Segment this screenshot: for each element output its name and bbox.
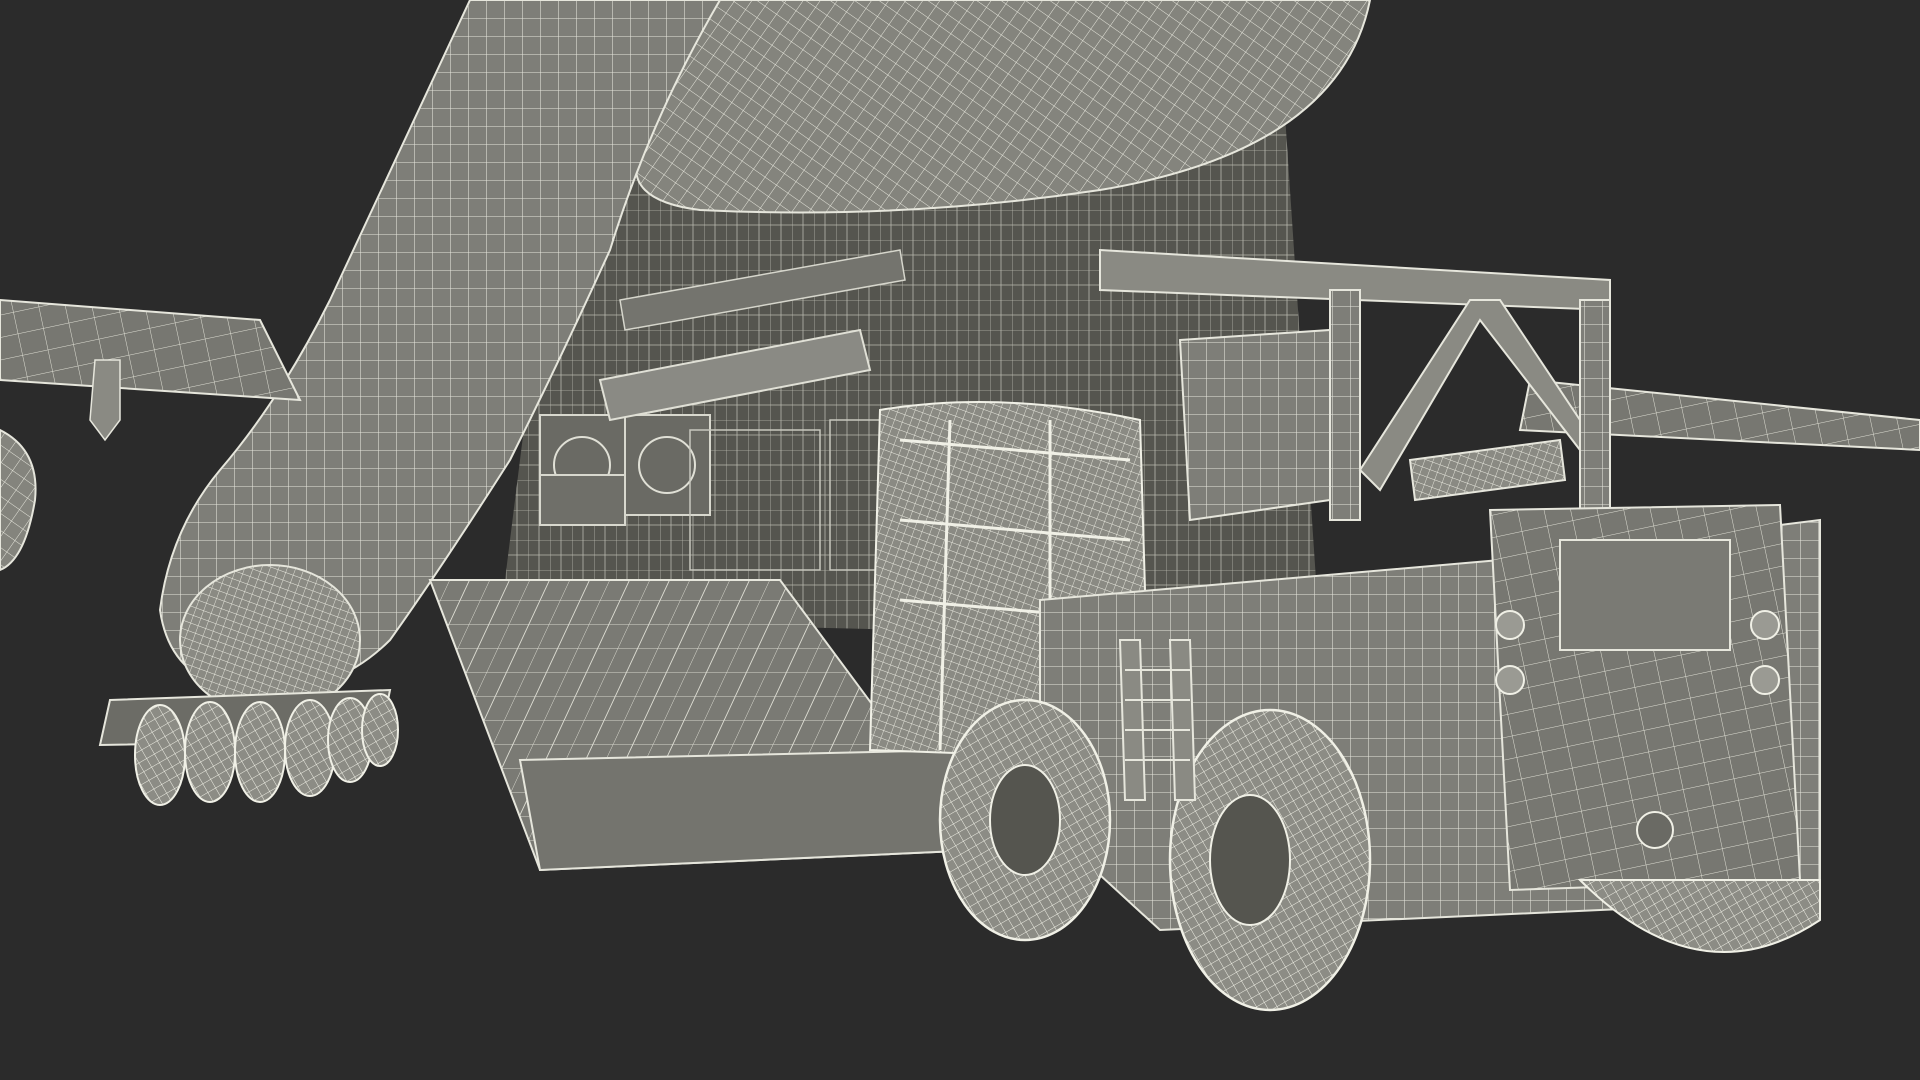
rear-light-right-lower — [1750, 665, 1780, 695]
left-wing — [0, 298, 302, 402]
main-landing-gear — [98, 688, 399, 806]
loader-exhaust-pipe — [1408, 438, 1567, 502]
wireframe-render-scene — [0, 0, 1920, 1080]
tow-hitch — [1636, 811, 1674, 849]
loader-left-upright — [1329, 289, 1361, 521]
cargo-ramp-lip — [518, 748, 982, 872]
rear-light-left-upper — [1495, 610, 1525, 640]
left-engine-nacelle — [0, 428, 37, 572]
rear-light-left-lower — [1495, 665, 1525, 695]
front-left-wheel — [938, 698, 1112, 942]
front-right-wheel — [1168, 708, 1372, 1012]
loader-right-upright — [1579, 299, 1611, 521]
loader-cab — [1178, 328, 1331, 522]
left-wing-flap-track — [89, 359, 121, 442]
rear-light-right-upper — [1750, 610, 1780, 640]
rear-right-wheel — [1577, 879, 1821, 953]
loader-rear-window — [1559, 539, 1731, 651]
